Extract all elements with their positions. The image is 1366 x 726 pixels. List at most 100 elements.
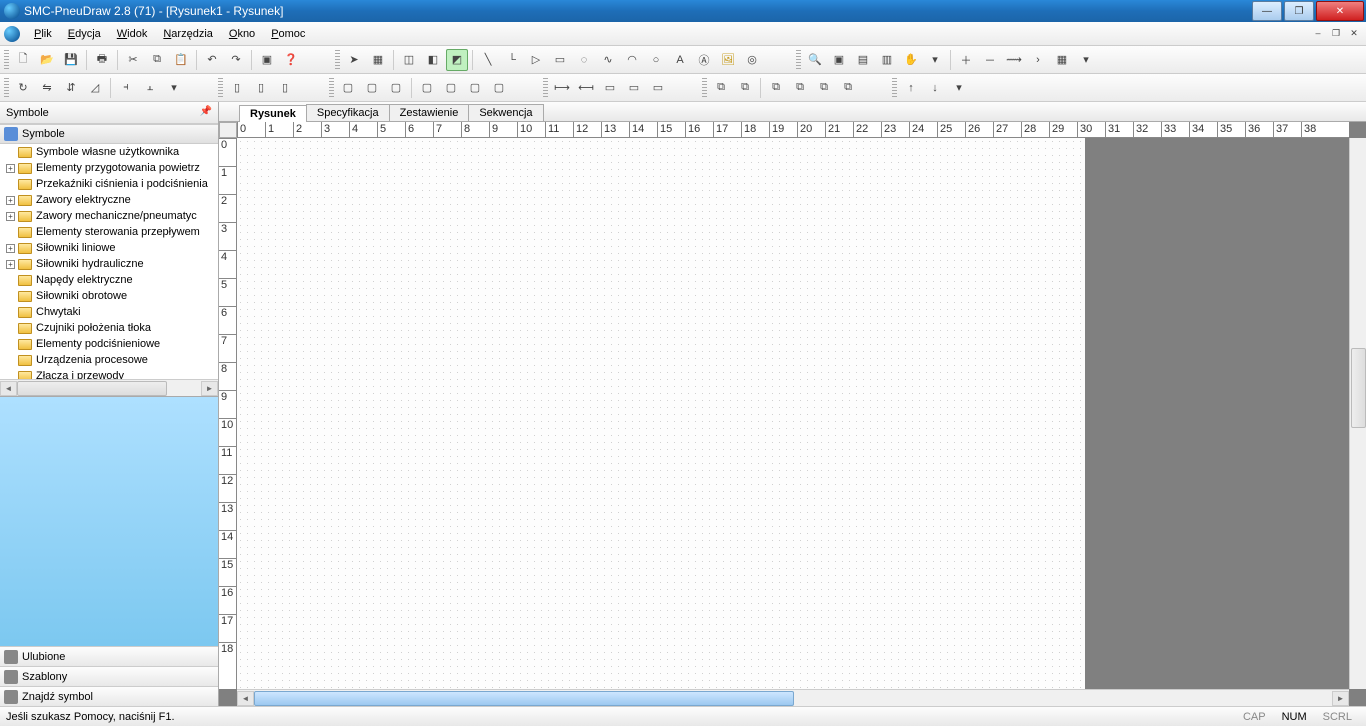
mdi-minimize[interactable]: – (1310, 26, 1326, 40)
order4-icon[interactable]: ▢ (416, 77, 438, 99)
menu-okno[interactable]: Okno (221, 25, 263, 43)
scroll-right-icon[interactable]: ► (201, 381, 218, 396)
expander-icon[interactable]: + (6, 244, 15, 253)
textbox-icon[interactable]: Ⓐ (693, 49, 715, 71)
curve-icon[interactable]: ∿ (597, 49, 619, 71)
menu-pomoc[interactable]: Pomoc (263, 25, 313, 43)
tree-item[interactable]: Chwytaki (0, 304, 218, 320)
scroll-right-icon[interactable]: ► (1332, 691, 1349, 706)
tree-item[interactable]: +Siłowniki liniowe (0, 240, 218, 256)
dim2-icon[interactable]: ⟻ (575, 77, 597, 99)
tree-item[interactable]: Złącza i przewody (0, 368, 218, 379)
copy-icon[interactable]: ⧉ (146, 49, 168, 71)
order1-icon[interactable]: ▢ (337, 77, 359, 99)
pin-icon[interactable]: 📌 (200, 106, 212, 117)
pan-icon[interactable]: ✋ (900, 49, 922, 71)
image-icon[interactable]: 🖼 (717, 49, 739, 71)
tree-item[interactable]: +Elementy przygotowania powietrz (0, 160, 218, 176)
plus-icon[interactable]: ＋ (955, 49, 977, 71)
new-icon[interactable]: 🗋 (12, 49, 34, 71)
select-icon[interactable]: ▦ (367, 49, 389, 71)
rotate-icon[interactable]: ↻ (12, 77, 34, 99)
dim1-icon[interactable]: ⟼ (551, 77, 573, 99)
panel-szablony[interactable]: Szablony (0, 666, 218, 686)
scroll-left-icon[interactable]: ◄ (0, 381, 17, 396)
group1-icon[interactable]: ⧉ (710, 77, 732, 99)
tree-item[interactable]: Napędy elektryczne (0, 272, 218, 288)
align1-icon[interactable]: ⫞ (115, 77, 137, 99)
minimize-button[interactable]: — (1252, 1, 1282, 21)
grip[interactable] (4, 78, 9, 98)
grip[interactable] (892, 78, 897, 98)
dim5-icon[interactable]: ▭ (647, 77, 669, 99)
tree-item[interactable]: Siłowniki obrotowe (0, 288, 218, 304)
paste-icon[interactable]: 📋 (170, 49, 192, 71)
vscroll-thumb[interactable] (1351, 348, 1366, 428)
flipv-icon[interactable]: ⇵ (60, 77, 82, 99)
group3-icon[interactable]: ⧉ (765, 77, 787, 99)
arrow-icon[interactable]: ⟿ (1003, 49, 1025, 71)
tab-sekwencja[interactable]: Sekwencja (468, 104, 543, 121)
tree-item[interactable]: Urządzenia procesowe (0, 352, 218, 368)
tree-item[interactable]: Elementy podciśnieniowe (0, 336, 218, 352)
menu-plik[interactable]: Plik (26, 25, 60, 43)
pointer-icon[interactable]: ➤ (343, 49, 365, 71)
fliph-icon[interactable]: ⇋ (36, 77, 58, 99)
zoom-icon[interactable]: 🔍 (804, 49, 826, 71)
dropdown2-icon[interactable]: ▾ (1075, 49, 1097, 71)
tree-item[interactable]: Przekaźniki ciśnienia i podciśnienia (0, 176, 218, 192)
order6-icon[interactable]: ▢ (464, 77, 486, 99)
tree-item[interactable]: Elementy sterowania przepływem (0, 224, 218, 240)
menu-widok[interactable]: Widok (109, 25, 156, 43)
expander-icon[interactable]: + (6, 260, 15, 269)
doc-icon[interactable] (4, 26, 20, 42)
order5-icon[interactable]: ▢ (440, 77, 462, 99)
group5-icon[interactable]: ⧉ (813, 77, 835, 99)
maximize-button[interactable]: ❐ (1284, 1, 1314, 21)
panel-ulubione[interactable]: Ulubione (0, 646, 218, 666)
horizontal-scrollbar[interactable]: ◄ ► (237, 689, 1349, 706)
panel-header-symbole[interactable]: Symbole (0, 124, 218, 144)
canvas-viewport[interactable] (237, 138, 1349, 689)
group4-icon[interactable]: ⧉ (789, 77, 811, 99)
menu-edycja[interactable]: Edycja (60, 25, 109, 43)
undo-icon[interactable]: ↶ (201, 49, 223, 71)
grip[interactable] (218, 78, 223, 98)
zoom100-icon[interactable]: ▤ (852, 49, 874, 71)
grip[interactable] (796, 50, 801, 70)
ellipse-icon[interactable]: ○ (645, 49, 667, 71)
check-icon[interactable]: ▣ (256, 49, 278, 71)
layer2-icon[interactable]: ▯ (250, 77, 272, 99)
save-icon[interactable]: 💾 (60, 49, 82, 71)
scroll-left-icon[interactable]: ◄ (237, 691, 254, 706)
dropdown3-icon[interactable]: ▾ (163, 77, 185, 99)
grip[interactable] (4, 50, 9, 70)
mdi-close[interactable]: ✕ (1346, 26, 1362, 40)
order7-icon[interactable]: ▢ (488, 77, 510, 99)
expander-icon[interactable]: + (6, 212, 15, 221)
tree-item[interactable]: +Siłowniki hydrauliczne (0, 256, 218, 272)
print-icon[interactable]: 🖶 (91, 49, 113, 71)
tab-zestawienie[interactable]: Zestawienie (389, 104, 470, 121)
zoomfit-icon[interactable]: ▣ (828, 49, 850, 71)
shape1-icon[interactable]: ◫ (398, 49, 420, 71)
order2-icon[interactable]: ▢ (361, 77, 383, 99)
hscroll-thumb[interactable] (17, 381, 167, 396)
triangle-icon[interactable]: ▷ (525, 49, 547, 71)
polyline-icon[interactable]: └ (501, 49, 523, 71)
grid-icon[interactable]: ▦ (1051, 49, 1073, 71)
zoomsel-icon[interactable]: ▥ (876, 49, 898, 71)
dim4-icon[interactable]: ▭ (623, 77, 645, 99)
grip[interactable] (543, 78, 548, 98)
rect-icon[interactable]: ▭ (549, 49, 571, 71)
shape2-icon[interactable]: ◧ (422, 49, 444, 71)
minus-icon[interactable]: － (979, 49, 1001, 71)
group6-icon[interactable]: ⧉ (837, 77, 859, 99)
vertical-scrollbar[interactable] (1349, 138, 1366, 689)
arc-icon[interactable]: ◠ (621, 49, 643, 71)
cut-icon[interactable]: ✂ (122, 49, 144, 71)
tab-rysunek[interactable]: Rysunek (239, 105, 307, 122)
tree-hscroll[interactable]: ◄ ► (0, 379, 218, 396)
shape3-icon[interactable]: ◩ (446, 49, 468, 71)
menu-narzędzia[interactable]: Narzędzia (155, 25, 221, 43)
